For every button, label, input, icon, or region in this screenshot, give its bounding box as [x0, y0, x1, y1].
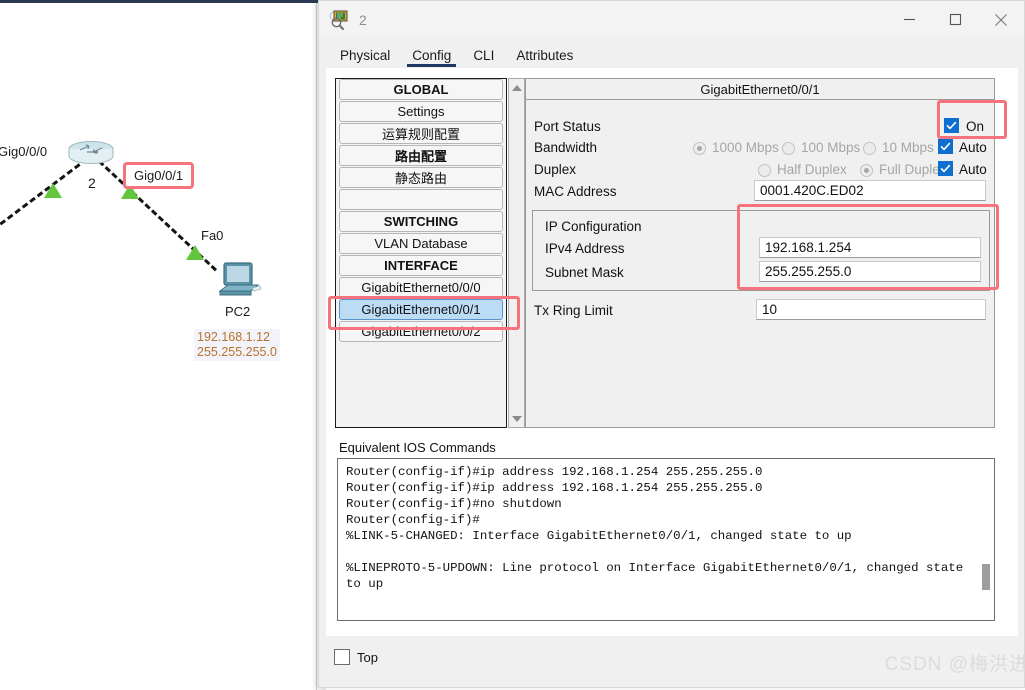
device-config-dialog: 2 Physical Config CLI Attributes GLOBAL …	[318, 0, 1025, 688]
equivalent-ios-commands-box[interactable]: Router(config-if)#ip address 192.168.1.2…	[337, 458, 995, 621]
dialog-title: 2	[359, 11, 367, 28]
mac-address-field[interactable]: 0001.420C.ED02	[754, 180, 986, 201]
router-number-label: 2	[88, 175, 96, 191]
ios-commands-scroll-thumb[interactable]	[982, 564, 990, 590]
sidebar-item-routing[interactable]: 路由配置	[339, 145, 503, 166]
sidebar-item-global[interactable]: GLOBAL	[339, 79, 503, 100]
mac-address-label: MAC Address	[534, 184, 617, 199]
pc-subnet-mask: 255.255.255.0	[197, 345, 277, 359]
link-status-arrow-left	[44, 183, 62, 198]
duplex-label: Duplex	[534, 162, 577, 177]
ipv4-address-field[interactable]: 192.168.1.254	[759, 237, 981, 258]
pc-icon[interactable]	[218, 262, 262, 302]
subnet-mask-label: Subnet Mask	[545, 265, 624, 280]
duplex-auto-label: Auto	[959, 162, 987, 177]
sidebar-item-settings[interactable]: Settings	[339, 101, 503, 122]
pc-name-label: PC2	[225, 304, 251, 319]
sidebar-item-static-routing[interactable]: 静态路由	[339, 167, 503, 188]
tab-cli[interactable]: CLI	[462, 46, 505, 67]
link-status-arrow-pc	[186, 245, 204, 260]
scroll-up-arrow-icon[interactable]	[509, 80, 524, 95]
watermark: CSDN @梅洪进	[884, 654, 1025, 675]
workspace-right-border	[316, 3, 317, 690]
port-status-checkbox[interactable]	[944, 118, 959, 133]
interface-label-fa0: Fa0	[201, 228, 224, 243]
ipv4-address-label: IPv4 Address	[545, 241, 625, 256]
sidebar-item-gig0-0-2[interactable]: GigabitEthernet0/0/2	[339, 321, 503, 342]
pc-ip-info: 192.168.1.12 255.255.255.0	[194, 329, 280, 361]
bandwidth-auto-label: Auto	[959, 140, 987, 155]
equivalent-ios-commands-label: Equivalent IOS Commands	[339, 440, 496, 455]
top-checkbox[interactable]	[334, 649, 350, 665]
interface-label-gig0-0-0: Gig0/0/0	[0, 144, 48, 159]
duplex-auto-checkbox[interactable]	[938, 161, 953, 176]
sidebar-item-gig0-0-1[interactable]: GigabitEthernet0/0/1	[339, 299, 503, 320]
port-status-value: On	[966, 119, 985, 134]
router-inspect-icon	[329, 10, 348, 30]
top-checkbox-label: Top	[357, 649, 378, 665]
bandwidth-radio-100mbps[interactable]	[782, 142, 795, 155]
config-list-scrollbar[interactable]	[508, 78, 525, 428]
sidebar-item-interface[interactable]: INTERFACE	[339, 255, 503, 276]
minimize-button[interactable]	[886, 1, 932, 38]
tx-ring-limit-field[interactable]: 10	[756, 299, 986, 320]
dialog-titlebar[interactable]: 2	[319, 1, 1024, 38]
top-checkbox-row[interactable]: Top	[334, 649, 378, 665]
config-section-list[interactable]: GLOBAL Settings 运算规则配置 路由配置 静态路由 SWITCHI…	[335, 78, 507, 428]
interface-panel-title: GigabitEthernet0/0/1	[526, 79, 994, 100]
bandwidth-radio-1000mbps[interactable]	[693, 142, 706, 155]
interface-label-gig0-0-1[interactable]: Gig0/0/1	[123, 162, 195, 189]
sidebar-item-switching[interactable]: SWITCHING	[339, 211, 503, 232]
duplex-radio-half[interactable]	[758, 164, 771, 177]
tab-config[interactable]: Config	[401, 46, 462, 67]
config-section-list-inner: GLOBAL Settings 运算规则配置 路由配置 静态路由 SWITCHI…	[336, 79, 506, 343]
port-status-label: Port Status	[534, 119, 601, 134]
duplex-option-full-label: Full Duplex	[879, 162, 947, 177]
subnet-mask-field[interactable]: 255.255.255.0	[759, 261, 981, 282]
ip-configuration-group: IP Configuration IPv4 Address 192.168.1.…	[532, 210, 990, 291]
sidebar-item-gig0-0-0[interactable]: GigabitEthernet0/0/0	[339, 277, 503, 298]
pc-ip-address: 192.168.1.12	[197, 330, 270, 344]
bandwidth-option-100mbps-label: 100 Mbps	[801, 140, 861, 155]
tx-ring-limit-label: Tx Ring Limit	[534, 303, 613, 318]
dialog-tabstrip[interactable]: Physical Config CLI Attributes	[329, 40, 829, 67]
config-tab-content: GLOBAL Settings 运算规则配置 路由配置 静态路由 SWITCHI…	[326, 68, 1018, 636]
router-icon[interactable]	[68, 141, 114, 169]
sidebar-item-vlan-database[interactable]: VLAN Database	[339, 233, 503, 254]
network-topology-canvas[interactable]: Gig0/0/0 2 Gig0/0/1 Fa0 PC2 192.168.1.12…	[0, 0, 316, 690]
ios-commands-text: Router(config-if)#ip address 192.168.1.2…	[346, 465, 964, 591]
maximize-button[interactable]	[932, 1, 978, 38]
bandwidth-auto-checkbox[interactable]	[938, 139, 953, 154]
bandwidth-radio-10mbps[interactable]	[863, 142, 876, 155]
bandwidth-label: Bandwidth	[534, 140, 598, 155]
tab-physical[interactable]: Physical	[329, 46, 401, 67]
tab-attributes[interactable]: Attributes	[505, 46, 584, 67]
duplex-option-half-label: Half Duplex	[777, 162, 847, 177]
bandwidth-option-10mbps-label: 10 Mbps	[882, 140, 934, 155]
sidebar-item-blank[interactable]	[339, 189, 503, 210]
ios-commands-scrollbar[interactable]	[980, 460, 992, 619]
bandwidth-option-1000mbps-label: 1000 Mbps	[712, 140, 779, 155]
ip-configuration-label: IP Configuration	[545, 219, 642, 234]
window-controls	[886, 1, 1024, 38]
scroll-down-arrow-icon[interactable]	[509, 411, 524, 426]
interface-settings-panel: GigabitEthernet0/0/1 Port Status On Band…	[525, 78, 995, 428]
sidebar-item-algorithm-settings[interactable]: 运算规则配置	[339, 123, 503, 144]
close-button[interactable]	[978, 1, 1024, 38]
duplex-radio-full[interactable]	[860, 164, 873, 177]
